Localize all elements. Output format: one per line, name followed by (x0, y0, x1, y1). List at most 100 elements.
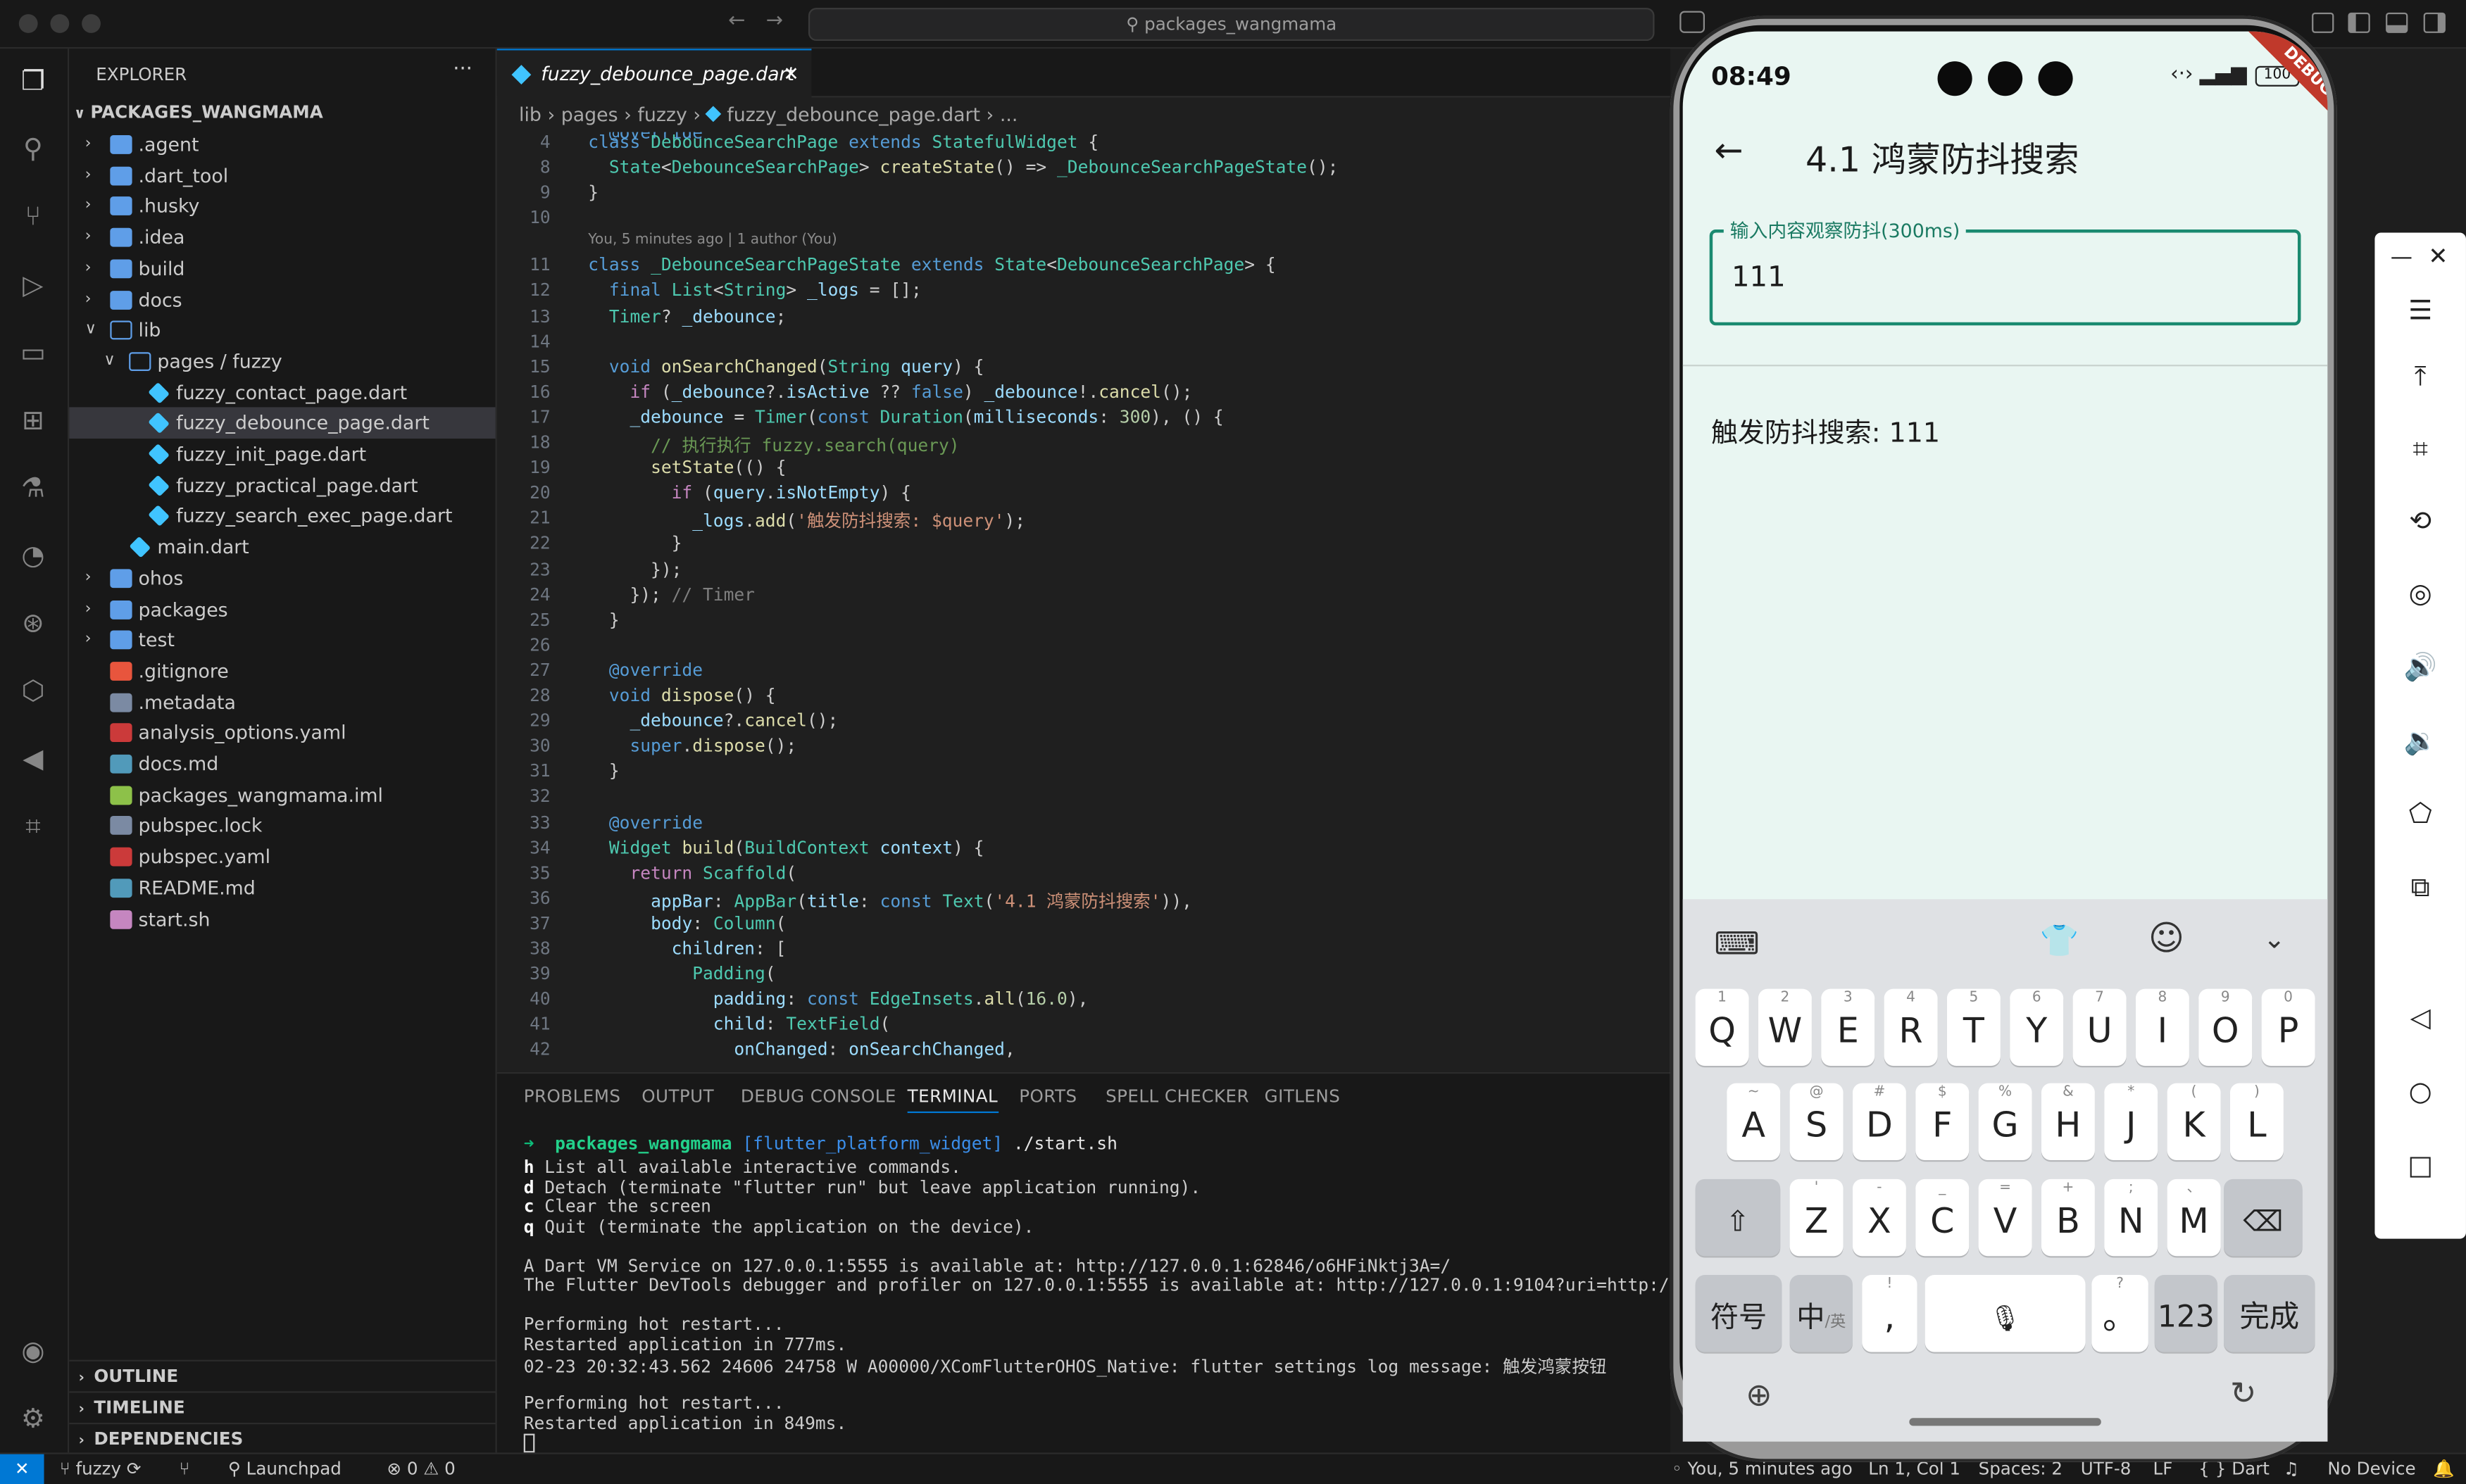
nav-back-icon[interactable]: ◁ (2400, 1000, 2441, 1038)
folder-item[interactable]: › build (69, 253, 495, 284)
shift-key[interactable]: ⇧ (1695, 1178, 1781, 1257)
chevron-right-icon[interactable]: › (85, 160, 101, 191)
workspace-root[interactable]: ∨ PACKAGES_WANGMAMA (74, 102, 323, 122)
launchpad-item[interactable]: ⚲ Launchpad (228, 1454, 342, 1484)
file-item[interactable]: main.dart (69, 532, 495, 563)
keyboard-switch-icon[interactable]: ⌨ (1714, 924, 1759, 962)
key-i[interactable]: 8I (2135, 988, 2189, 1067)
period-key[interactable]: ?。 (2091, 1275, 2148, 1352)
search-icon[interactable]: ⚲ (15, 132, 50, 167)
chevron-right-icon[interactable]: › (85, 129, 101, 161)
done-key[interactable]: 完成 (2224, 1275, 2315, 1352)
multi-device-icon[interactable]: ⧉ (2400, 869, 2441, 907)
key-h[interactable]: & H (2041, 1083, 2095, 1161)
file-item[interactable]: docs.md (69, 748, 495, 780)
timeline-section[interactable]: › TIMELINE (69, 1391, 496, 1423)
toggle-panel-icon[interactable] (2386, 12, 2408, 33)
files-icon[interactable]: ❐ (15, 65, 50, 99)
file-item[interactable]: fuzzy_search_exec_page.dart (69, 501, 495, 532)
notifications-icon[interactable]: 🔔 (2433, 1454, 2455, 1484)
file-item[interactable]: fuzzy_init_page.dart (69, 439, 495, 470)
folder-item[interactable]: › .husky (69, 191, 495, 222)
collapse-keyboard-icon[interactable]: ⌄ (2263, 924, 2286, 956)
codelens-blame[interactable]: You, 5 minutes ago | 1 author (You) (588, 233, 837, 249)
folder-item[interactable]: › .agent (69, 129, 495, 161)
skin-icon[interactable]: 👕 (2040, 922, 2079, 960)
more-actions-icon[interactable]: ··· (453, 58, 472, 82)
key-x[interactable]: -X (1852, 1178, 1906, 1257)
problems-indicator[interactable]: ⊗ 0 ⚠ 0 (387, 1454, 455, 1484)
zoom-window-button[interactable] (82, 14, 101, 33)
git-graph-icon[interactable]: ⑂ (180, 1454, 190, 1484)
key-o[interactable]: 9O (2198, 988, 2253, 1067)
forward-arrow-icon[interactable]: → (766, 9, 783, 32)
key-c[interactable]: _ C (1915, 1178, 1970, 1257)
chevron-down-icon[interactable]: ∨ (104, 346, 119, 377)
folder-item[interactable]: › test (69, 624, 495, 656)
key-w[interactable]: 2W (1758, 988, 1812, 1067)
close-window-button[interactable] (18, 14, 38, 33)
key-l[interactable]: ) L (2229, 1083, 2284, 1161)
remote-indicator-icon[interactable]: ✕ (0, 1454, 44, 1484)
chevron-right-icon[interactable]: › (85, 624, 101, 656)
key-k[interactable]: (K (2167, 1083, 2221, 1161)
folder-item[interactable]: › packages (69, 593, 495, 625)
tab-spell-checker[interactable]: SPELL CHECKER (1106, 1086, 1249, 1107)
comma-key[interactable]: !, (1862, 1275, 1917, 1352)
back-arrow-icon[interactable]: ← (728, 9, 745, 32)
key-r[interactable]: 4R (1884, 988, 1938, 1067)
testing-icon[interactable]: ⚗ (15, 472, 50, 506)
key-v[interactable]: = V (1978, 1178, 2032, 1257)
key-a[interactable]: ~ A (1727, 1083, 1781, 1161)
chevron-right-icon[interactable]: › (85, 593, 101, 625)
home-indicator[interactable] (1909, 1418, 2101, 1426)
nav-recent-icon[interactable]: □ (2400, 1147, 2441, 1186)
key-s[interactable]: @ S (1789, 1083, 1844, 1161)
file-item[interactable]: start.sh (69, 903, 495, 935)
chat-icon[interactable] (1679, 11, 1705, 33)
chevron-right-icon[interactable]: › (85, 191, 101, 222)
file-item[interactable]: pubspec.lock (69, 810, 495, 842)
tab-fuzzy-debounce-page[interactable]: fuzzy_debounce_page.dart ✕ (496, 49, 812, 98)
source-control-icon[interactable]: ⑂ (15, 200, 50, 234)
rotate-screen-icon[interactable]: ⟲ (2400, 503, 2441, 541)
remote-explorer-icon[interactable]: ▭ (15, 337, 50, 371)
chevron-right-icon[interactable]: › (85, 562, 101, 594)
containers-icon[interactable]: ⬡ (15, 674, 50, 709)
close-icon[interactable]: ✕ (2428, 242, 2448, 270)
file-item[interactable]: analysis_options.yaml (69, 717, 495, 749)
run-debug-icon[interactable]: ▷ (15, 269, 50, 303)
command-center-search[interactable]: ⚲ packages_wangmama (808, 8, 1655, 42)
key-q[interactable]: 1Q (1695, 988, 1749, 1067)
minimize-icon[interactable]: — (2391, 245, 2412, 270)
space-key[interactable]: 🎙 (1924, 1275, 2086, 1352)
tab-ports[interactable]: PORTS (1019, 1086, 1077, 1107)
file-item[interactable]: pubspec.yaml (69, 841, 495, 873)
file-item[interactable]: fuzzy_debounce_page.dart (69, 408, 496, 439)
record-icon[interactable]: ◎ (2400, 575, 2441, 613)
key-g[interactable]: % G (1978, 1083, 2032, 1161)
symbols-key[interactable]: 符号 (1695, 1275, 1782, 1352)
backspace-key[interactable]: ⌫ (2224, 1178, 2303, 1257)
tab-debug-console[interactable]: DEBUG CONSOLE (741, 1086, 896, 1107)
chevron-right-icon[interactable]: › (85, 222, 101, 253)
close-tab-icon[interactable]: ✕ (783, 50, 799, 97)
dependencies-section[interactable]: › DEPENDENCIES (69, 1422, 496, 1454)
key-n[interactable]: ; N (2104, 1178, 2158, 1257)
tab-output[interactable]: OUTPUT (641, 1086, 714, 1107)
key-d[interactable]: # D (1852, 1083, 1906, 1161)
volume-up-icon[interactable]: 🔊 (2400, 649, 2441, 687)
globe-icon[interactable]: ⊕ (1746, 1376, 1772, 1414)
key-b[interactable]: + B (2041, 1178, 2095, 1257)
rotate-icon[interactable]: ↻ (2230, 1374, 2256, 1412)
scan-icon[interactable]: ⌗ (15, 810, 50, 844)
folder-item[interactable]: ∨ pages / fuzzy (69, 346, 495, 377)
numbers-key[interactable]: 123 (2154, 1275, 2218, 1352)
file-item[interactable]: .gitignore (69, 655, 495, 687)
language-toggle-key[interactable]: 中/英 (1789, 1275, 1853, 1352)
code-editor[interactable]: @override 4 class DebounceSearchPage exten… (496, 132, 1670, 1072)
chevron-right-icon[interactable]: › (85, 253, 101, 284)
flutter-icon[interactable]: ◀ (15, 742, 50, 776)
file-item[interactable]: fuzzy_practical_page.dart (69, 470, 495, 501)
account-icon[interactable]: ◉ (15, 1335, 50, 1369)
